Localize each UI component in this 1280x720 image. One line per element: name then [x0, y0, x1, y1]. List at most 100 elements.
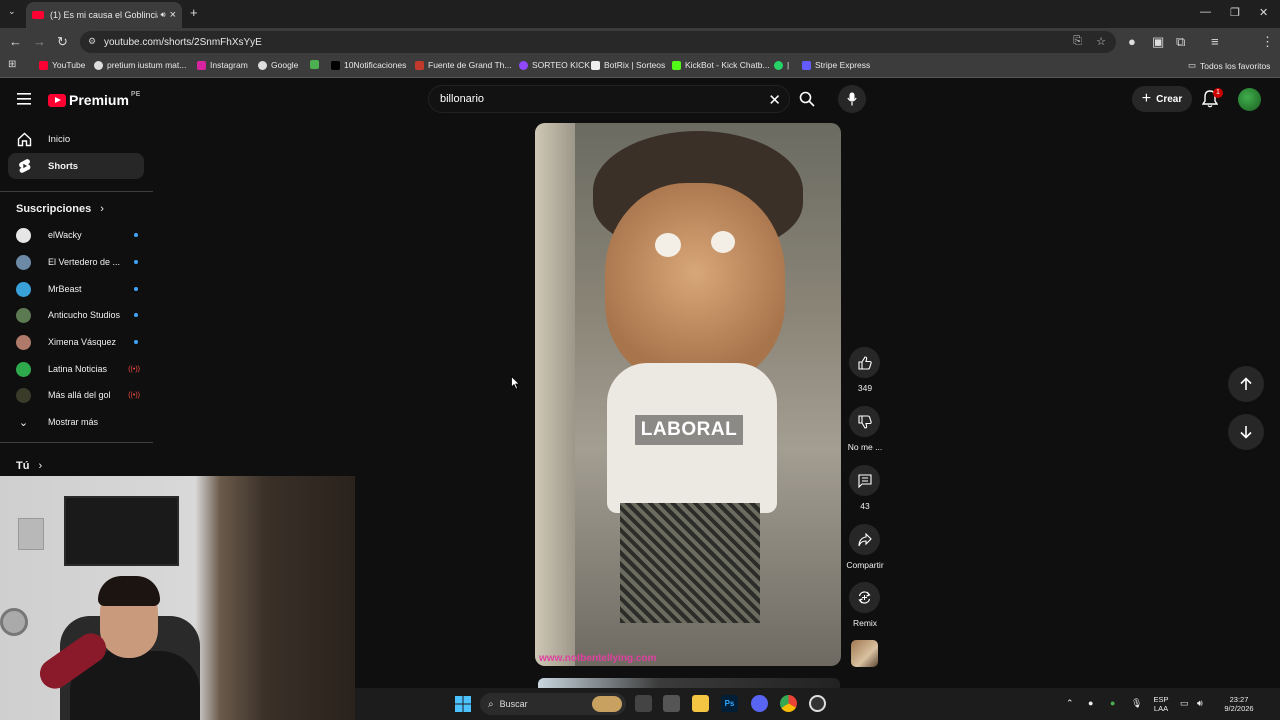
bookmark-star-icon[interactable]: ☆	[1096, 35, 1106, 48]
share-button[interactable]	[849, 524, 880, 555]
hamburger-menu-icon[interactable]	[17, 93, 31, 105]
browser-tab[interactable]: (1) Es mi causa el Goblincia 🔊︎ ×	[26, 2, 182, 28]
bookmark-item[interactable]: YouTube	[39, 60, 85, 70]
forward-icon[interactable]: →	[33, 34, 46, 49]
network-icon[interactable]: ▭	[1180, 699, 1189, 708]
new-content-dot	[134, 233, 138, 237]
tab-search-icon[interactable]: ⌄	[8, 6, 16, 17]
you-header[interactable]: Tú ›	[16, 460, 42, 472]
bookmark-item[interactable]: BotRix | Sorteos	[591, 60, 665, 70]
search-button[interactable]	[790, 85, 824, 113]
bookmark-item[interactable]: 10Notificaciones	[331, 60, 406, 70]
sidebar-item-shorts[interactable]: Shorts	[8, 153, 144, 179]
like-button[interactable]	[849, 347, 880, 378]
bookmark-item[interactable]: Instagram	[197, 60, 248, 70]
previous-short-button[interactable]	[1228, 366, 1264, 402]
region-label: PE	[130, 90, 141, 98]
right-eye-shape	[711, 231, 735, 253]
hair-shape	[98, 576, 160, 606]
extension-icon[interactable]: ●	[1128, 34, 1136, 49]
discord-icon[interactable]	[751, 695, 768, 712]
new-tab-icon[interactable]: +	[190, 5, 198, 20]
remix-icon	[858, 591, 871, 604]
browser-tab-strip: ⌄ (1) Es mi causa el Goblincia 🔊︎ × + — …	[0, 0, 1280, 28]
instagram-icon	[197, 60, 206, 70]
sound-thumbnail[interactable]	[851, 640, 878, 667]
close-tab-icon[interactable]: ×	[170, 9, 176, 21]
language-indicator[interactable]: ESP LAA	[1148, 695, 1174, 713]
sidebar-item-home[interactable]: Inicio	[8, 126, 144, 152]
taskbar-search[interactable]: ⌕ Buscar	[480, 693, 626, 715]
search-highlight-icon	[592, 696, 622, 712]
tray-mic-icon[interactable]: 🎙︎	[1131, 699, 1142, 708]
short-video-player[interactable]: LABORAL www.notbentellying.com	[535, 123, 841, 666]
minimize-icon[interactable]: —	[1200, 6, 1211, 18]
tray-chevron-icon[interactable]: ⌃	[1066, 699, 1074, 708]
address-bar[interactable]: ⚙ youtube.com/shorts/2SnmFhXsYyE ⎘ ☆	[80, 31, 1116, 53]
dislike-button[interactable]	[849, 406, 880, 437]
site-info-icon[interactable]: ⚙	[88, 36, 96, 47]
google-icon	[258, 60, 267, 70]
subscription-item[interactable]: MrBeast	[8, 276, 144, 302]
sidebar: Inicio Shorts Suscripciones › elWacky El…	[0, 120, 155, 476]
bookmark-item[interactable]: Fuente de Grand Th...	[415, 60, 511, 70]
reload-icon[interactable]: ↻	[57, 34, 68, 50]
restore-icon[interactable]: ❐	[1230, 6, 1240, 19]
subscription-item[interactable]: Más allá del gol ((•))	[8, 382, 144, 408]
clear-search-icon[interactable]: ✕	[768, 91, 781, 109]
subscription-item[interactable]: Latina Noticias ((•))	[8, 356, 144, 382]
create-button[interactable]: + Crear	[1132, 86, 1192, 112]
install-icon[interactable]: ⎘	[1073, 35, 1082, 48]
task-view-icon[interactable]	[635, 695, 652, 712]
media-controls-icon[interactable]: ≡	[1211, 34, 1219, 49]
chrome-icon[interactable]	[780, 695, 797, 712]
apps-grid-icon[interactable]: ⊞	[8, 59, 16, 70]
all-bookmarks[interactable]: ▭ Todos los favoritos	[1188, 60, 1270, 71]
app-icon[interactable]	[663, 695, 680, 712]
subscription-item[interactable]: Ximena Vásquez	[8, 329, 144, 355]
show-more-button[interactable]: ⌄ Mostrar más	[8, 409, 144, 435]
share-label: Compartir	[846, 560, 884, 570]
botrix-icon	[591, 60, 600, 70]
clock[interactable]: 23:27 9/2/2026	[1218, 695, 1260, 713]
extension2-icon[interactable]: ▣	[1152, 34, 1164, 50]
wall-box-shape	[18, 518, 44, 550]
chrome-menu-icon[interactable]: ⋮	[1261, 34, 1274, 50]
dislike-label: No me ...	[847, 442, 883, 452]
live-icon: ((•))	[128, 365, 140, 373]
bookmark-item[interactable]	[310, 60, 323, 69]
url-text: youtube.com/shorts/2SnmFhXsYyE	[104, 36, 262, 48]
account-avatar[interactable]	[1238, 88, 1261, 111]
back-icon[interactable]: ←	[9, 34, 22, 49]
photoshop-icon[interactable]: Ps	[721, 695, 738, 712]
app2-icon[interactable]	[809, 695, 826, 712]
subscription-item[interactable]: Anticucho Studios	[8, 302, 144, 328]
close-window-icon[interactable]: ✕	[1259, 6, 1268, 19]
search-input[interactable]: billonario ✕	[428, 85, 790, 113]
bookmark-item[interactable]: SORTEO KICK	[519, 60, 590, 70]
channel-avatar	[16, 227, 31, 243]
tray-app-icon[interactable]: ●	[1088, 699, 1093, 708]
chevron-right-icon: ›	[100, 203, 104, 215]
voice-search-button[interactable]	[838, 85, 866, 113]
youtube-premium-logo[interactable]: Premium PE	[48, 90, 141, 108]
windows-start-icon[interactable]	[455, 696, 471, 712]
bookmark-item[interactable]: pretium iustum mat...	[94, 60, 186, 70]
remix-button[interactable]	[849, 582, 880, 613]
subscription-item[interactable]: elWacky	[8, 222, 144, 248]
bookmark-item[interactable]: Google	[258, 60, 298, 70]
sidebar-divider	[0, 191, 153, 192]
comments-button[interactable]	[849, 465, 880, 496]
subscriptions-header[interactable]: Suscripciones ›	[16, 203, 104, 215]
subscription-item[interactable]: El Vertedero de ...	[8, 249, 144, 275]
bookmark-item[interactable]: Stripe Express	[802, 60, 870, 70]
bookmark-item[interactable]: |	[774, 60, 789, 70]
speaker-icon[interactable]: 🔊︎	[161, 10, 166, 20]
tray-app2-icon[interactable]: ●	[1110, 699, 1115, 708]
file-explorer-icon[interactable]	[692, 695, 709, 712]
bookmark-item[interactable]: KickBot - Kick Chatb...	[672, 60, 770, 70]
extensions-puzzle-icon[interactable]: ⧉	[1176, 34, 1185, 50]
volume-icon[interactable]: 🔊︎	[1197, 699, 1203, 708]
shorts-shape	[620, 503, 760, 623]
next-short-button[interactable]	[1228, 414, 1264, 450]
